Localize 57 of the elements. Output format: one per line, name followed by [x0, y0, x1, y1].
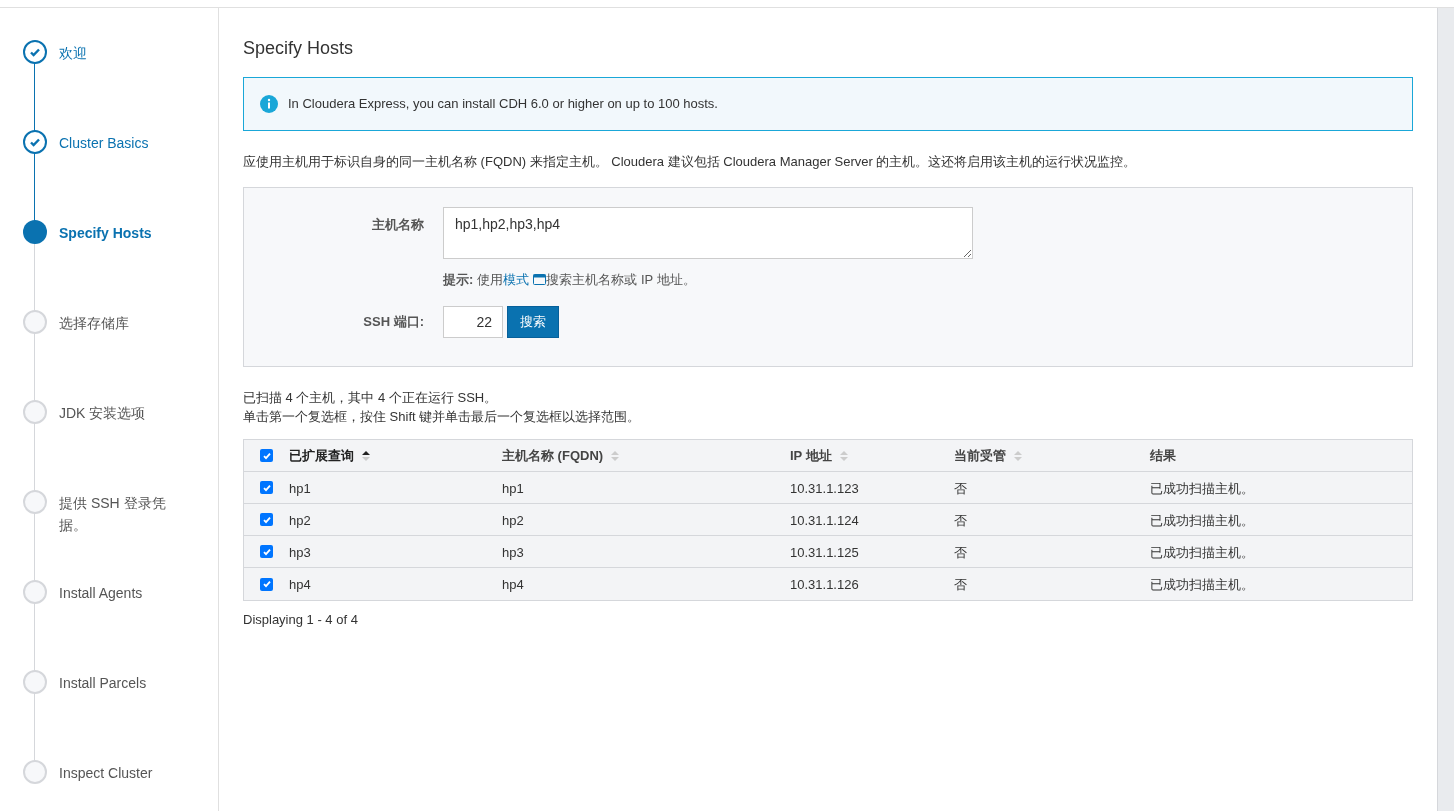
page-title: Specify Hosts — [243, 37, 355, 60]
table-cell: 否 — [954, 480, 967, 496]
table-cell: hp3 — [502, 544, 524, 560]
column-header[interactable]: IP 地址 — [790, 445, 832, 466]
hint-label: 提示: — [443, 271, 474, 289]
pattern-link[interactable]: 模式 — [503, 270, 530, 290]
step-label[interactable]: Inspect Cluster — [59, 748, 179, 784]
table-cell: 已成功扫描主机。 — [1150, 544, 1254, 560]
column-header[interactable]: 主机名称 (FQDN) — [502, 445, 604, 466]
table-cell: 否 — [954, 544, 967, 560]
table-cell: hp1 — [289, 480, 311, 496]
checkbox[interactable] — [260, 577, 273, 591]
info-text: In Cloudera Express, you can install CDH 6.0 or higher on up to 100 hosts. — [288, 95, 718, 114]
pagination-text: Displaying 1 - 4 of 4 — [243, 611, 359, 629]
table-cell: hp2 — [502, 512, 524, 528]
table-cell: 否 — [954, 512, 967, 528]
step-label[interactable]: Specify Hosts — [59, 208, 179, 244]
ssh-port-label: SSH 端口: — [362, 312, 424, 331]
step-label[interactable]: Install Parcels — [59, 658, 179, 694]
step-label[interactable]: 提供 SSH 登录凭据。 — [59, 478, 179, 536]
search-button[interactable]: 搜索 — [507, 305, 559, 338]
table-cell: 已成功扫描主机。 — [1150, 512, 1254, 528]
checkbox[interactable] — [260, 513, 273, 526]
table-cell: 10.31.1.126 — [790, 577, 859, 592]
step-label[interactable]: Install Agents — [59, 568, 179, 604]
table-cell: hp3 — [289, 544, 311, 560]
checkbox[interactable] — [260, 545, 273, 558]
scrollbar-track[interactable] — [1437, 8, 1454, 811]
description: 应使用主机用于标识自身的同一主机名称 (FQDN) 来指定主机。 Cloudera 建议包括 Cloudera Manager Server 的主机。这还将启用该主机的运行状况监控。 — [243, 153, 1138, 171]
table-cell: 10.31.1.124 — [790, 512, 859, 528]
hostname-label: 主机名称 — [371, 216, 424, 234]
checkbox[interactable] — [260, 449, 273, 462]
step-label[interactable]: JDK 安装选项 — [59, 388, 179, 424]
scan-tip: 单击第一个复选框，按住 Shift 键并单击最后一个复选框以选择范围。 — [243, 408, 642, 426]
hint-text: 使用 — [477, 271, 504, 289]
step-label[interactable]: Cluster Basics — [59, 118, 179, 154]
hostname-input[interactable]: hp1,hp2,hp3,hp4 — [443, 207, 973, 259]
scan-summary: 已扫描 4 个主机，其中 4 个正在运行 SSH。 — [243, 389, 499, 407]
checkbox[interactable] — [260, 481, 273, 494]
column-header[interactable]: 结果 — [1150, 445, 1176, 466]
table-cell: 10.31.1.123 — [790, 480, 859, 496]
hint-text: 搜索主机名称或 IP 地址。 — [546, 271, 696, 289]
table-cell: 10.31.1.125 — [790, 544, 859, 560]
column-header[interactable]: 当前受管 — [954, 445, 1006, 466]
table-cell: 已成功扫描主机。 — [1150, 577, 1254, 592]
column-header[interactable]: 已扩展查询 — [289, 445, 354, 466]
step-label[interactable]: 欢迎 — [59, 28, 179, 64]
ssh-port-input[interactable]: 22 — [443, 305, 503, 338]
table-cell: hp4 — [502, 577, 524, 592]
table-cell: hp1 — [502, 480, 524, 496]
window-icon — [533, 274, 547, 286]
step-label[interactable]: 选择存储库 — [59, 298, 179, 334]
table-cell: 否 — [954, 577, 967, 592]
table-cell: hp4 — [289, 577, 311, 592]
info-icon — [260, 95, 278, 113]
table-cell: 已成功扫描主机。 — [1150, 480, 1254, 496]
table-cell: hp2 — [289, 512, 311, 528]
